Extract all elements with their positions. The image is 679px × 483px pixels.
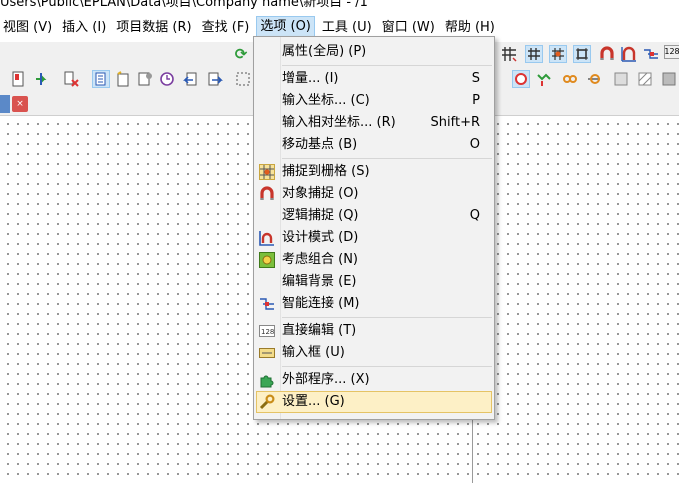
menu-item-label: 捕捉到栅格 (S) bbox=[282, 164, 370, 179]
menu-item-label: 编辑背景 (E) bbox=[282, 274, 357, 289]
grid-toggle-icon[interactable] bbox=[525, 45, 543, 63]
menu-item-label: 输入相对坐标... (R) bbox=[282, 115, 396, 130]
menu-item-external-programs[interactable]: 外部程序... (X) bbox=[256, 369, 492, 391]
grid-snap-icon bbox=[258, 163, 276, 181]
menu-item-label: 增量... (I) bbox=[282, 71, 339, 86]
wrench-icon bbox=[258, 393, 276, 411]
menu-item-input-box[interactable]: 输入框 (U) bbox=[256, 342, 492, 364]
menu-separator bbox=[282, 317, 492, 318]
menu-item-label: 直接编辑 (T) bbox=[282, 323, 357, 338]
puzzle-icon bbox=[258, 371, 276, 389]
menu-item-label: 对象捕捉 (O) bbox=[282, 186, 359, 201]
menu-item-label: 移动基点 (B) bbox=[282, 137, 358, 152]
menu-item-consider-groups[interactable]: 考虑组合 (N) bbox=[256, 249, 492, 271]
menu-item-label: 输入框 (U) bbox=[282, 345, 345, 360]
menu-separator bbox=[282, 65, 492, 66]
page-arrow-icon[interactable] bbox=[32, 70, 50, 88]
snap-grid-icon[interactable] bbox=[549, 45, 567, 63]
menu-item-shortcut: P bbox=[472, 93, 480, 108]
menu-item-settings[interactable]: 设置... (G) bbox=[256, 391, 492, 413]
menu-item-shortcut: S bbox=[471, 71, 480, 86]
menu-item-input-coordinates[interactable]: 输入坐标... (C) P bbox=[256, 90, 492, 112]
menu-item-label: 逻辑捕捉 (Q) bbox=[282, 208, 359, 223]
menu-item-label: 智能连接 (M) bbox=[282, 296, 360, 311]
menu-item-label: 外部程序... (X) bbox=[282, 372, 370, 387]
menu-item-shortcut: O bbox=[469, 137, 480, 152]
menu-item-move-base-point[interactable]: 移动基点 (B) O bbox=[256, 134, 492, 156]
menu-find[interactable]: 查找 (F) bbox=[199, 17, 253, 39]
menu-view[interactable]: 视图 (V) bbox=[0, 17, 55, 39]
menu-item-direct-edit[interactable]: 128 直接编辑 (T) bbox=[256, 320, 492, 342]
tab-indicator[interactable] bbox=[0, 95, 10, 113]
direct-edit-icon: 128 bbox=[258, 322, 276, 340]
menu-project-data[interactable]: 项目数据 (R) bbox=[113, 17, 194, 39]
page-props-icon[interactable] bbox=[136, 70, 154, 88]
menu-item-snap-to-grid[interactable]: 捕捉到栅格 (S) bbox=[256, 161, 492, 183]
input-box-icon bbox=[258, 344, 276, 362]
menu-item-logic-snap[interactable]: 逻辑捕捉 (Q) Q bbox=[256, 205, 492, 227]
close-tab-button[interactable]: × bbox=[12, 96, 28, 112]
smart-connect-icon bbox=[258, 295, 276, 313]
menu-item-label: 输入坐标... (C) bbox=[282, 93, 370, 108]
menu-item-design-mode[interactable]: 设计模式 (D) bbox=[256, 227, 492, 249]
menu-item-label: 设置... (G) bbox=[282, 394, 345, 409]
menu-separator bbox=[282, 366, 492, 367]
fill-icon[interactable] bbox=[660, 70, 678, 88]
grid-icon[interactable] bbox=[500, 45, 518, 63]
new-page-icon[interactable] bbox=[114, 70, 132, 88]
menu-item-smart-connect[interactable]: 智能连接 (M) bbox=[256, 293, 492, 315]
menu-item-increment[interactable]: 增量... (I) S bbox=[256, 68, 492, 90]
hatch-pattern-icon[interactable] bbox=[636, 70, 654, 88]
window-title: Users\Public\EPLAN\Data\项目\Company name\… bbox=[0, 0, 368, 10]
design-mode-icon[interactable] bbox=[620, 45, 638, 63]
menu-item-edit-background[interactable]: 编辑背景 (E) bbox=[256, 271, 492, 293]
menu-item-shortcut: Q bbox=[469, 208, 480, 223]
menu-separator bbox=[282, 158, 492, 159]
window-title-bar: Users\Public\EPLAN\Data\项目\Company name\… bbox=[0, 0, 679, 14]
direct-edit-icon[interactable]: 128 bbox=[664, 45, 679, 59]
connector-icon[interactable] bbox=[561, 70, 579, 88]
magnet-icon bbox=[258, 185, 276, 203]
hatch-icon[interactable] bbox=[612, 70, 630, 88]
page-forward-icon[interactable] bbox=[206, 70, 224, 88]
menu-insert[interactable]: 插入 (I) bbox=[59, 17, 109, 39]
group-icon bbox=[258, 251, 276, 269]
page-history-icon[interactable] bbox=[158, 70, 176, 88]
cable-icon[interactable] bbox=[585, 70, 603, 88]
smart-connect-icon[interactable] bbox=[642, 45, 660, 63]
menu-item-input-relative-coordinates[interactable]: 输入相对坐标... (R) Shift+R bbox=[256, 112, 492, 134]
menu-item-label: 考虑组合 (N) bbox=[282, 252, 359, 267]
plc-icon[interactable] bbox=[512, 70, 530, 88]
page-back-icon[interactable] bbox=[182, 70, 200, 88]
page-view-icon[interactable] bbox=[92, 70, 110, 88]
page-delete-icon[interactable] bbox=[62, 70, 80, 88]
magnet-icon[interactable] bbox=[598, 45, 616, 63]
design-mode-icon bbox=[258, 229, 276, 247]
menu-item-global-properties[interactable]: 属性(全局) (P) bbox=[256, 41, 492, 63]
select-frame-icon[interactable] bbox=[234, 70, 252, 88]
page-icon[interactable] bbox=[10, 70, 28, 88]
menu-item-label: 设计模式 (D) bbox=[282, 230, 359, 245]
refresh-icon[interactable]: ⟳ bbox=[232, 45, 250, 63]
menu-item-label: 属性(全局) (P) bbox=[282, 44, 367, 59]
options-menu: 属性(全局) (P) 增量... (I) S 输入坐标... (C) P 输入相… bbox=[253, 36, 495, 420]
menu-item-shortcut: Shift+R bbox=[430, 115, 480, 130]
terminal-icon[interactable] bbox=[535, 70, 553, 88]
menu-item-object-snap[interactable]: 对象捕捉 (O) bbox=[256, 183, 492, 205]
svg-text:128: 128 bbox=[261, 328, 274, 336]
frame-icon[interactable] bbox=[573, 45, 591, 63]
